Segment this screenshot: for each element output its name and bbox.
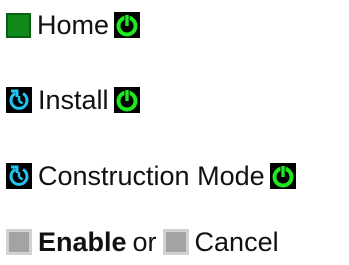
install-label: Install <box>38 84 109 115</box>
cancel-checkbox-icon[interactable] <box>162 229 189 255</box>
install-row: Install <box>6 82 140 118</box>
green-power-icon <box>113 87 140 113</box>
or-text: or <box>132 226 157 257</box>
home-label: Home <box>37 9 110 40</box>
refresh-cycle-icon <box>6 87 32 113</box>
green-square-icon <box>6 12 31 38</box>
home-row: Home <box>6 7 141 43</box>
cancel-button[interactable]: Cancel <box>195 228 279 256</box>
green-power-icon <box>269 163 296 189</box>
construction-mode-label: Construction Mode <box>38 160 265 191</box>
enable-checkbox-icon[interactable] <box>6 229 32 255</box>
green-power-icon <box>114 12 141 38</box>
construction-mode-row: Construction Mode <box>6 158 296 194</box>
enable-button[interactable]: Enable <box>38 228 127 256</box>
action-row: Enable or Cancel <box>6 224 279 260</box>
refresh-cycle-icon <box>6 163 32 189</box>
